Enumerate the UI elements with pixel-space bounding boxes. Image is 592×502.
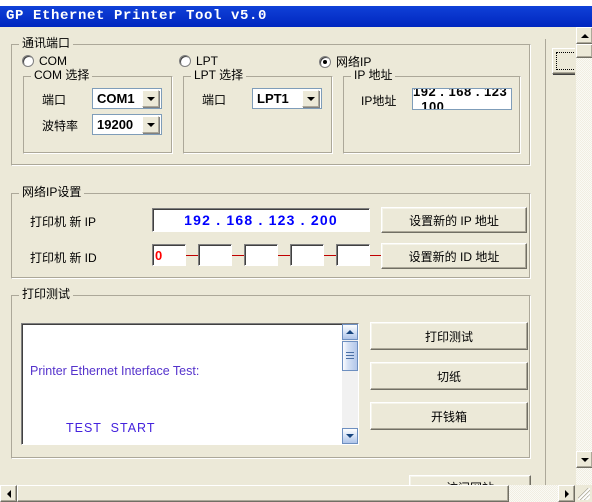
new-id-input-row[interactable]: 0 [152, 244, 416, 266]
scroll-up-button[interactable] [342, 324, 358, 340]
com-port-combo[interactable]: COM1 [92, 88, 162, 109]
visit-website-button[interactable]: 访问网站 [409, 475, 531, 485]
com-port-value: COM1 [97, 91, 135, 106]
window-title-bar: GP Ethernet Printer Tool v5.0 [0, 6, 592, 27]
print-test-button-label: 打印测试 [424, 329, 473, 344]
network-ip-settings-title: 网络IP设置 [19, 186, 85, 199]
com-select-group-title: COM 选择 [31, 69, 93, 82]
new-ip-value: 192 . 168 . 123 . 200 [184, 212, 338, 228]
client-area: 通讯端口 COM LPT 网络IP COM 选择 端口 COM1 波特率 192… [0, 27, 592, 502]
new-ip-input[interactable]: 192 . 168 . 123 . 200 [152, 208, 370, 232]
chevron-down-icon[interactable] [142, 116, 159, 133]
print-test-output-text: Printer Ethernet Interface Test: TEST ST… [30, 334, 338, 444]
window-hscroll-thumb[interactable] [17, 485, 509, 502]
new-id-box-4[interactable] [336, 244, 370, 266]
com-select-group: COM 选择 端口 COM1 波特率 19200 [23, 69, 173, 154]
print-test-output[interactable]: Printer Ethernet Interface Test: TEST ST… [21, 323, 359, 445]
com-baud-label: 波特率 [42, 119, 79, 133]
lpt-port-combo[interactable]: LPT1 [252, 88, 322, 109]
new-id-label: 打印机 新 ID [30, 251, 97, 265]
scrollbar-thumb[interactable] [342, 341, 358, 371]
ip-address-value: 192 . 168 . 123 . 100 [413, 88, 508, 110]
set-new-ip-button[interactable]: 设置新的 IP 地址 [381, 207, 527, 233]
new-id-box-1[interactable] [198, 244, 232, 266]
comm-port-group: 通讯端口 COM LPT 网络IP COM 选择 端口 COM1 波特率 192… [11, 37, 531, 166]
radio-com[interactable]: COM [22, 54, 67, 68]
set-new-id-button-label: 设置新的 ID 地址 [408, 249, 500, 264]
window-horizontal-scrollbar[interactable] [0, 485, 575, 502]
window-scroll-up-button[interactable] [576, 27, 592, 44]
id-separator-dash [278, 254, 290, 256]
panel-divider [545, 39, 546, 485]
print-test-output-scrollbar[interactable] [342, 324, 358, 444]
radio-com-label: COM [39, 54, 67, 68]
window-resize-grip[interactable] [575, 485, 592, 502]
cut-paper-button-label: 切纸 [436, 369, 461, 384]
set-new-ip-button-label: 设置新的 IP 地址 [409, 213, 499, 228]
id-separator-dash [186, 254, 198, 256]
id-separator-dash [232, 254, 244, 256]
chevron-down-icon[interactable] [142, 90, 159, 107]
window-scroll-right-button[interactable] [558, 485, 575, 502]
ip-address-group: IP 地址 IP地址 192 . 168 . 123 . 100 [343, 69, 521, 154]
lpt-select-group-title: LPT 选择 [191, 69, 247, 82]
window-scroll-left-button[interactable] [0, 485, 17, 502]
window-vertical-scrollbar[interactable] [575, 27, 592, 485]
ip-address-input[interactable]: 192 . 168 . 123 . 100 [412, 88, 512, 110]
window-vscroll-thumb[interactable] [576, 44, 592, 58]
new-id-box-0[interactable]: 0 [152, 244, 186, 266]
cut-paper-button[interactable]: 切纸 [370, 362, 528, 390]
new-ip-label: 打印机 新 IP [30, 215, 97, 229]
radio-lpt-indicator [179, 55, 191, 67]
print-test-button[interactable]: 打印测试 [370, 322, 528, 350]
memo-line-1: Printer Ethernet Interface Test: [30, 364, 200, 378]
new-id-box-3[interactable] [290, 244, 324, 266]
set-new-id-button[interactable]: 设置新的 ID 地址 [381, 243, 527, 269]
print-test-group-title: 打印测试 [19, 288, 74, 301]
application-window: GP Ethernet Printer Tool v5.0 通讯端口 COM L… [0, 0, 592, 502]
lpt-port-label: 端口 [202, 93, 227, 107]
new-id-box-2[interactable] [244, 244, 278, 266]
scroll-down-button[interactable] [342, 428, 358, 444]
radio-network-ip-indicator [319, 55, 331, 68]
com-baud-combo[interactable]: 19200 [92, 114, 162, 135]
ip-address-label: IP地址 [361, 94, 397, 108]
window-scroll-down-button[interactable] [576, 451, 592, 468]
radio-com-indicator [22, 55, 34, 67]
ip-address-group-title: IP 地址 [351, 69, 396, 82]
comm-port-group-title: 通讯端口 [19, 37, 74, 50]
com-port-label: 端口 [42, 93, 67, 107]
print-test-group: 打印测试 Printer Ethernet Interface Test: TE… [11, 288, 531, 459]
network-ip-settings-group: 网络IP设置 打印机 新 IP 192 . 168 . 123 . 200 打印… [11, 186, 531, 279]
form-surface: 通讯端口 COM LPT 网络IP COM 选择 端口 COM1 波特率 192… [0, 27, 575, 485]
lpt-select-group: LPT 选择 端口 LPT1 [183, 69, 333, 154]
id-separator-dash [324, 254, 336, 256]
com-baud-value: 19200 [97, 117, 134, 132]
open-cash-drawer-button-label: 开钱箱 [430, 409, 467, 424]
radio-lpt-label: LPT [196, 54, 219, 68]
radio-lpt[interactable]: LPT [179, 54, 218, 68]
partial-edge-button[interactable] [552, 48, 575, 74]
chevron-down-icon[interactable] [302, 90, 319, 107]
memo-line-2: TEST START [66, 421, 156, 435]
lpt-port-value: LPT1 [257, 91, 289, 106]
open-cash-drawer-button[interactable]: 开钱箱 [370, 402, 528, 430]
window-title: GP Ethernet Printer Tool v5.0 [6, 8, 268, 24]
